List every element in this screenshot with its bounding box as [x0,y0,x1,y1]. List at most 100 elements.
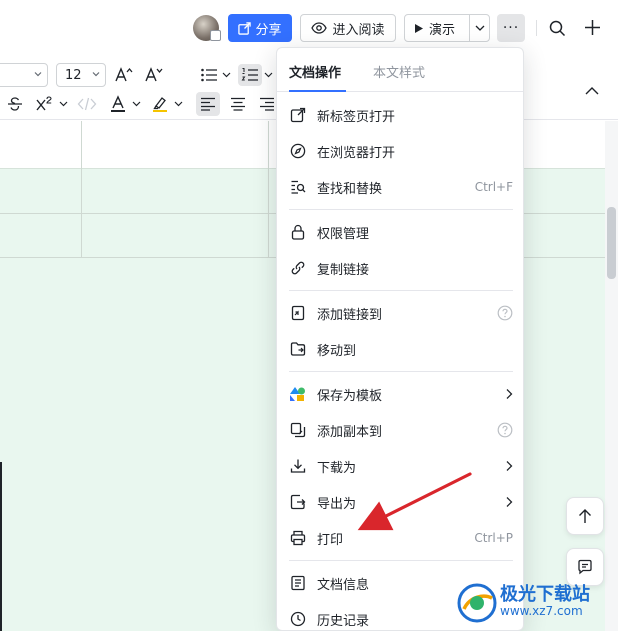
help-icon[interactable] [497,422,513,438]
increase-font-icon[interactable] [113,64,135,86]
watermark-url: www.xz7.com [500,604,583,618]
present-dropdown[interactable] [470,25,489,31]
menu-divider [289,290,513,291]
enter-reading-label: 进入阅读 [332,22,385,38]
menu-item-permissions[interactable]: 权限管理 [277,214,523,250]
font-family-select[interactable] [0,63,48,87]
header-divider [536,20,537,36]
plus-icon[interactable] [582,17,602,37]
decrease-font-icon[interactable] [143,64,165,86]
menu-item-add-link-to[interactable]: 添加链接到 [277,295,523,331]
find-replace-icon [289,178,307,196]
menu-item-download-as[interactable]: 下载为 [277,448,523,484]
menu-item-label: 添加副本到 [317,424,383,440]
history-icon [289,610,307,628]
link-icon [289,259,307,277]
export-icon [289,493,307,511]
menu-divider [289,560,513,561]
vertical-scrollbar[interactable] [605,121,618,631]
back-to-top-button[interactable] [566,497,604,535]
chevron-down-icon[interactable] [58,99,68,109]
inline-code-icon[interactable] [76,93,98,115]
menu-item-label: 历史记录 [317,613,370,629]
menu-item-label: 保存为模板 [317,388,383,404]
enter-reading-button[interactable]: 进入阅读 [300,14,396,42]
menu-item-save-template[interactable]: 保存为模板 [277,376,523,412]
menu-item-move-to[interactable]: 移动到 [277,331,523,367]
chevron-down-icon[interactable] [263,70,273,80]
font-size-select[interactable]: 12 [56,63,106,87]
doc-info-icon [289,574,307,592]
menu-item-label: 在浏览器打开 [317,145,396,161]
text-color-icon[interactable] [107,93,129,115]
menu-item-label: 新标签页打开 [317,109,396,125]
highlight-icon[interactable] [149,93,171,115]
chevron-down-icon[interactable] [173,99,183,109]
table-gridline [81,121,82,257]
scrollbar-thumb[interactable] [607,207,616,279]
bullet-list-icon[interactable] [198,64,220,86]
menu-tabs: 文档操作 本文样式 [277,48,523,92]
collapse-toolbar-icon[interactable] [582,80,602,100]
align-right-icon[interactable] [256,93,278,115]
menu-item-open-browser[interactable]: 在浏览器打开 [277,133,523,169]
menu-divider [289,371,513,372]
tab-document-style[interactable]: 本文样式 [373,62,425,81]
watermark-title: 极光下载站 [500,584,590,605]
menu-item-label: 导出为 [317,496,357,512]
present-main[interactable]: 演示 [405,19,469,38]
menu-item-label: 下载为 [317,460,357,476]
menu-item-label: 移动到 [317,343,357,359]
open-new-tab-icon [289,106,307,124]
menu-item-label: 查找和替换 [317,181,383,197]
share-icon [238,21,252,35]
menu-item-add-copy[interactable]: 添加副本到 [277,412,523,448]
align-center-icon[interactable] [227,93,249,115]
watermark-logo [457,583,497,623]
chevron-right-icon [505,388,513,400]
menu-item-copy-link[interactable]: 复制链接 [277,250,523,286]
table-gridline [268,121,269,257]
present-label: 演示 [429,22,456,38]
menu-item-label: 文档信息 [317,577,370,593]
watermark: 极光下载站 www.xz7.com [456,578,618,631]
chevron-down-icon[interactable] [131,99,141,109]
menu-item-export-as[interactable]: 导出为 [277,484,523,520]
add-link-icon [289,304,307,322]
menu-item-find-replace[interactable]: 查找和替换 Ctrl+F [277,169,523,205]
help-icon[interactable] [497,305,513,321]
menu-divider [289,209,513,210]
share-button[interactable]: 分享 [228,14,292,42]
compass-icon [289,142,307,160]
strikethrough-icon[interactable] [4,93,26,115]
comment-icon [578,559,592,575]
document-more-menu: 文档操作 本文样式 新标签页打开 在浏览器打开 查找和替换 Ctrl+F 权限管… [276,47,524,631]
avatar-badge-icon [210,30,221,41]
shortcut-hint: Ctrl+F [474,180,513,194]
menu-item-print[interactable]: 打印 Ctrl+P [277,520,523,556]
align-left-icon[interactable] [196,92,220,116]
more-button[interactable]: ··· [497,14,525,42]
font-size-value: 12 [65,67,82,83]
copy-icon [289,421,307,439]
chevron-down-icon[interactable] [221,70,231,80]
left-margin-bar [0,462,2,631]
menu-item-label: 权限管理 [317,226,370,242]
present-button[interactable]: 演示 [404,14,490,42]
template-icon [289,385,307,403]
lock-icon [289,223,307,241]
menu-item-label: 复制链接 [317,262,370,278]
tab-active-indicator [289,90,346,92]
menu-item-label: 添加链接到 [317,307,383,323]
chevron-right-icon [505,460,513,472]
menu-item-open-new-tab[interactable]: 新标签页打开 [277,97,523,133]
search-icon[interactable] [547,18,567,38]
chevron-down-icon [34,72,42,77]
tab-document-actions[interactable]: 文档操作 [289,62,341,81]
play-icon [415,23,423,33]
chevron-down-icon [92,72,100,77]
superscript-icon[interactable] [34,93,56,115]
ordered-list-icon[interactable] [238,64,262,86]
chevron-right-icon [505,496,513,508]
menu-item-label: 打印 [317,532,344,548]
